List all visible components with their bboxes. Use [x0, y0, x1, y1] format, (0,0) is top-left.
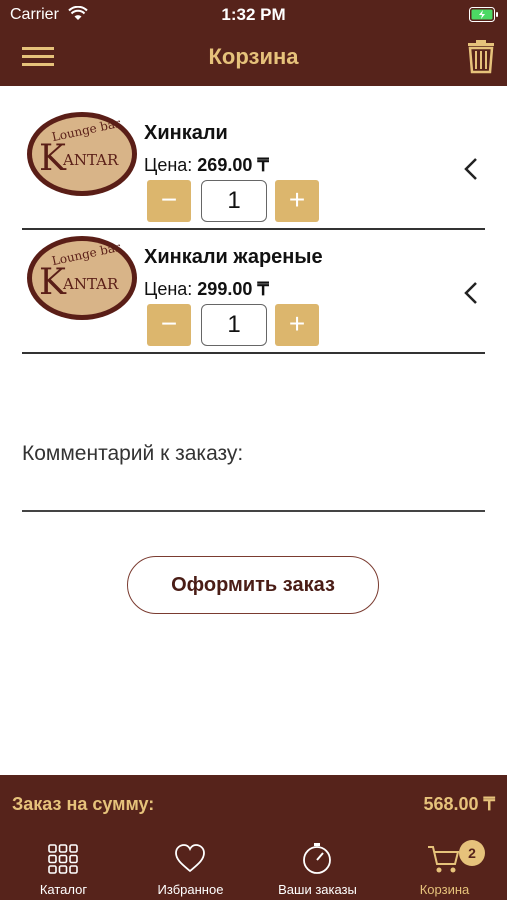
price-label: Цена:	[144, 279, 193, 299]
comment-label: Комментарий к заказу:	[22, 442, 244, 465]
tab-label: Избранное	[157, 882, 224, 897]
price-value: 299.00 ₸	[197, 279, 269, 299]
page-title: Корзина	[208, 44, 299, 69]
tab-catalog[interactable]: Каталог	[0, 835, 127, 900]
total-label: Заказ на сумму:	[12, 794, 155, 814]
cart-icon	[428, 846, 460, 873]
checkout-button[interactable]: Оформить заказ	[127, 556, 379, 614]
item-name: Хинкали	[144, 122, 228, 144]
price-label: Цена:	[144, 155, 193, 175]
tab-favorites[interactable]: Избранное	[127, 835, 254, 900]
total-value: 568.00 ₸	[423, 794, 495, 814]
nav-bar: Корзина	[0, 30, 507, 86]
tab-label: Ваши заказы	[278, 882, 357, 897]
increase-button[interactable]: +	[275, 180, 319, 222]
decrease-button[interactable]: −	[147, 304, 191, 346]
tab-label: Каталог	[39, 882, 88, 897]
price-value: 269.00 ₸	[197, 155, 269, 175]
timer-icon	[303, 843, 331, 874]
item-name: Хинкали жареные	[144, 246, 323, 268]
comment-input[interactable]	[22, 510, 485, 512]
status-bar: Carrier 1:32 PM	[0, 0, 507, 30]
grid-icon	[48, 844, 78, 874]
trash-icon[interactable]	[467, 38, 495, 74]
decrease-button[interactable]: −	[147, 180, 191, 222]
item-price: Цена: 299.00 ₸	[144, 279, 269, 300]
kantar-logo: Lounge bar K ANTAR	[27, 112, 137, 196]
clock: 1:32 PM	[221, 5, 286, 24]
heart-icon	[175, 844, 205, 873]
svg-text:ANTAR: ANTAR	[62, 151, 119, 169]
kantar-logo: Lounge bar K ANTAR	[27, 236, 137, 320]
increase-button[interactable]: +	[275, 304, 319, 346]
order-total-bar: Заказ на сумму: 568.00 ₸	[0, 775, 507, 835]
svg-text:ANTAR: ANTAR	[62, 275, 119, 293]
cart-item: Lounge bar K ANTAR Хинкали жареные Цена:…	[22, 236, 485, 354]
cart-count-badge: 2	[459, 840, 485, 866]
tab-bar: Каталог Избранное Ваши заказы Корзина	[0, 835, 507, 900]
quantity-field[interactable]: 1	[201, 180, 267, 222]
quantity-field[interactable]: 1	[201, 304, 267, 346]
battery-icon	[469, 7, 498, 22]
tab-orders[interactable]: Ваши заказы	[254, 835, 381, 900]
tab-cart[interactable]: Корзина	[381, 835, 507, 900]
chevron-left-icon[interactable]	[461, 278, 481, 308]
cart-item: Lounge bar K ANTAR Хинкали Цена: 269.00 …	[22, 112, 485, 230]
tab-label: Корзина	[419, 882, 470, 897]
chevron-left-icon[interactable]	[461, 154, 481, 184]
item-price: Цена: 269.00 ₸	[144, 155, 269, 176]
